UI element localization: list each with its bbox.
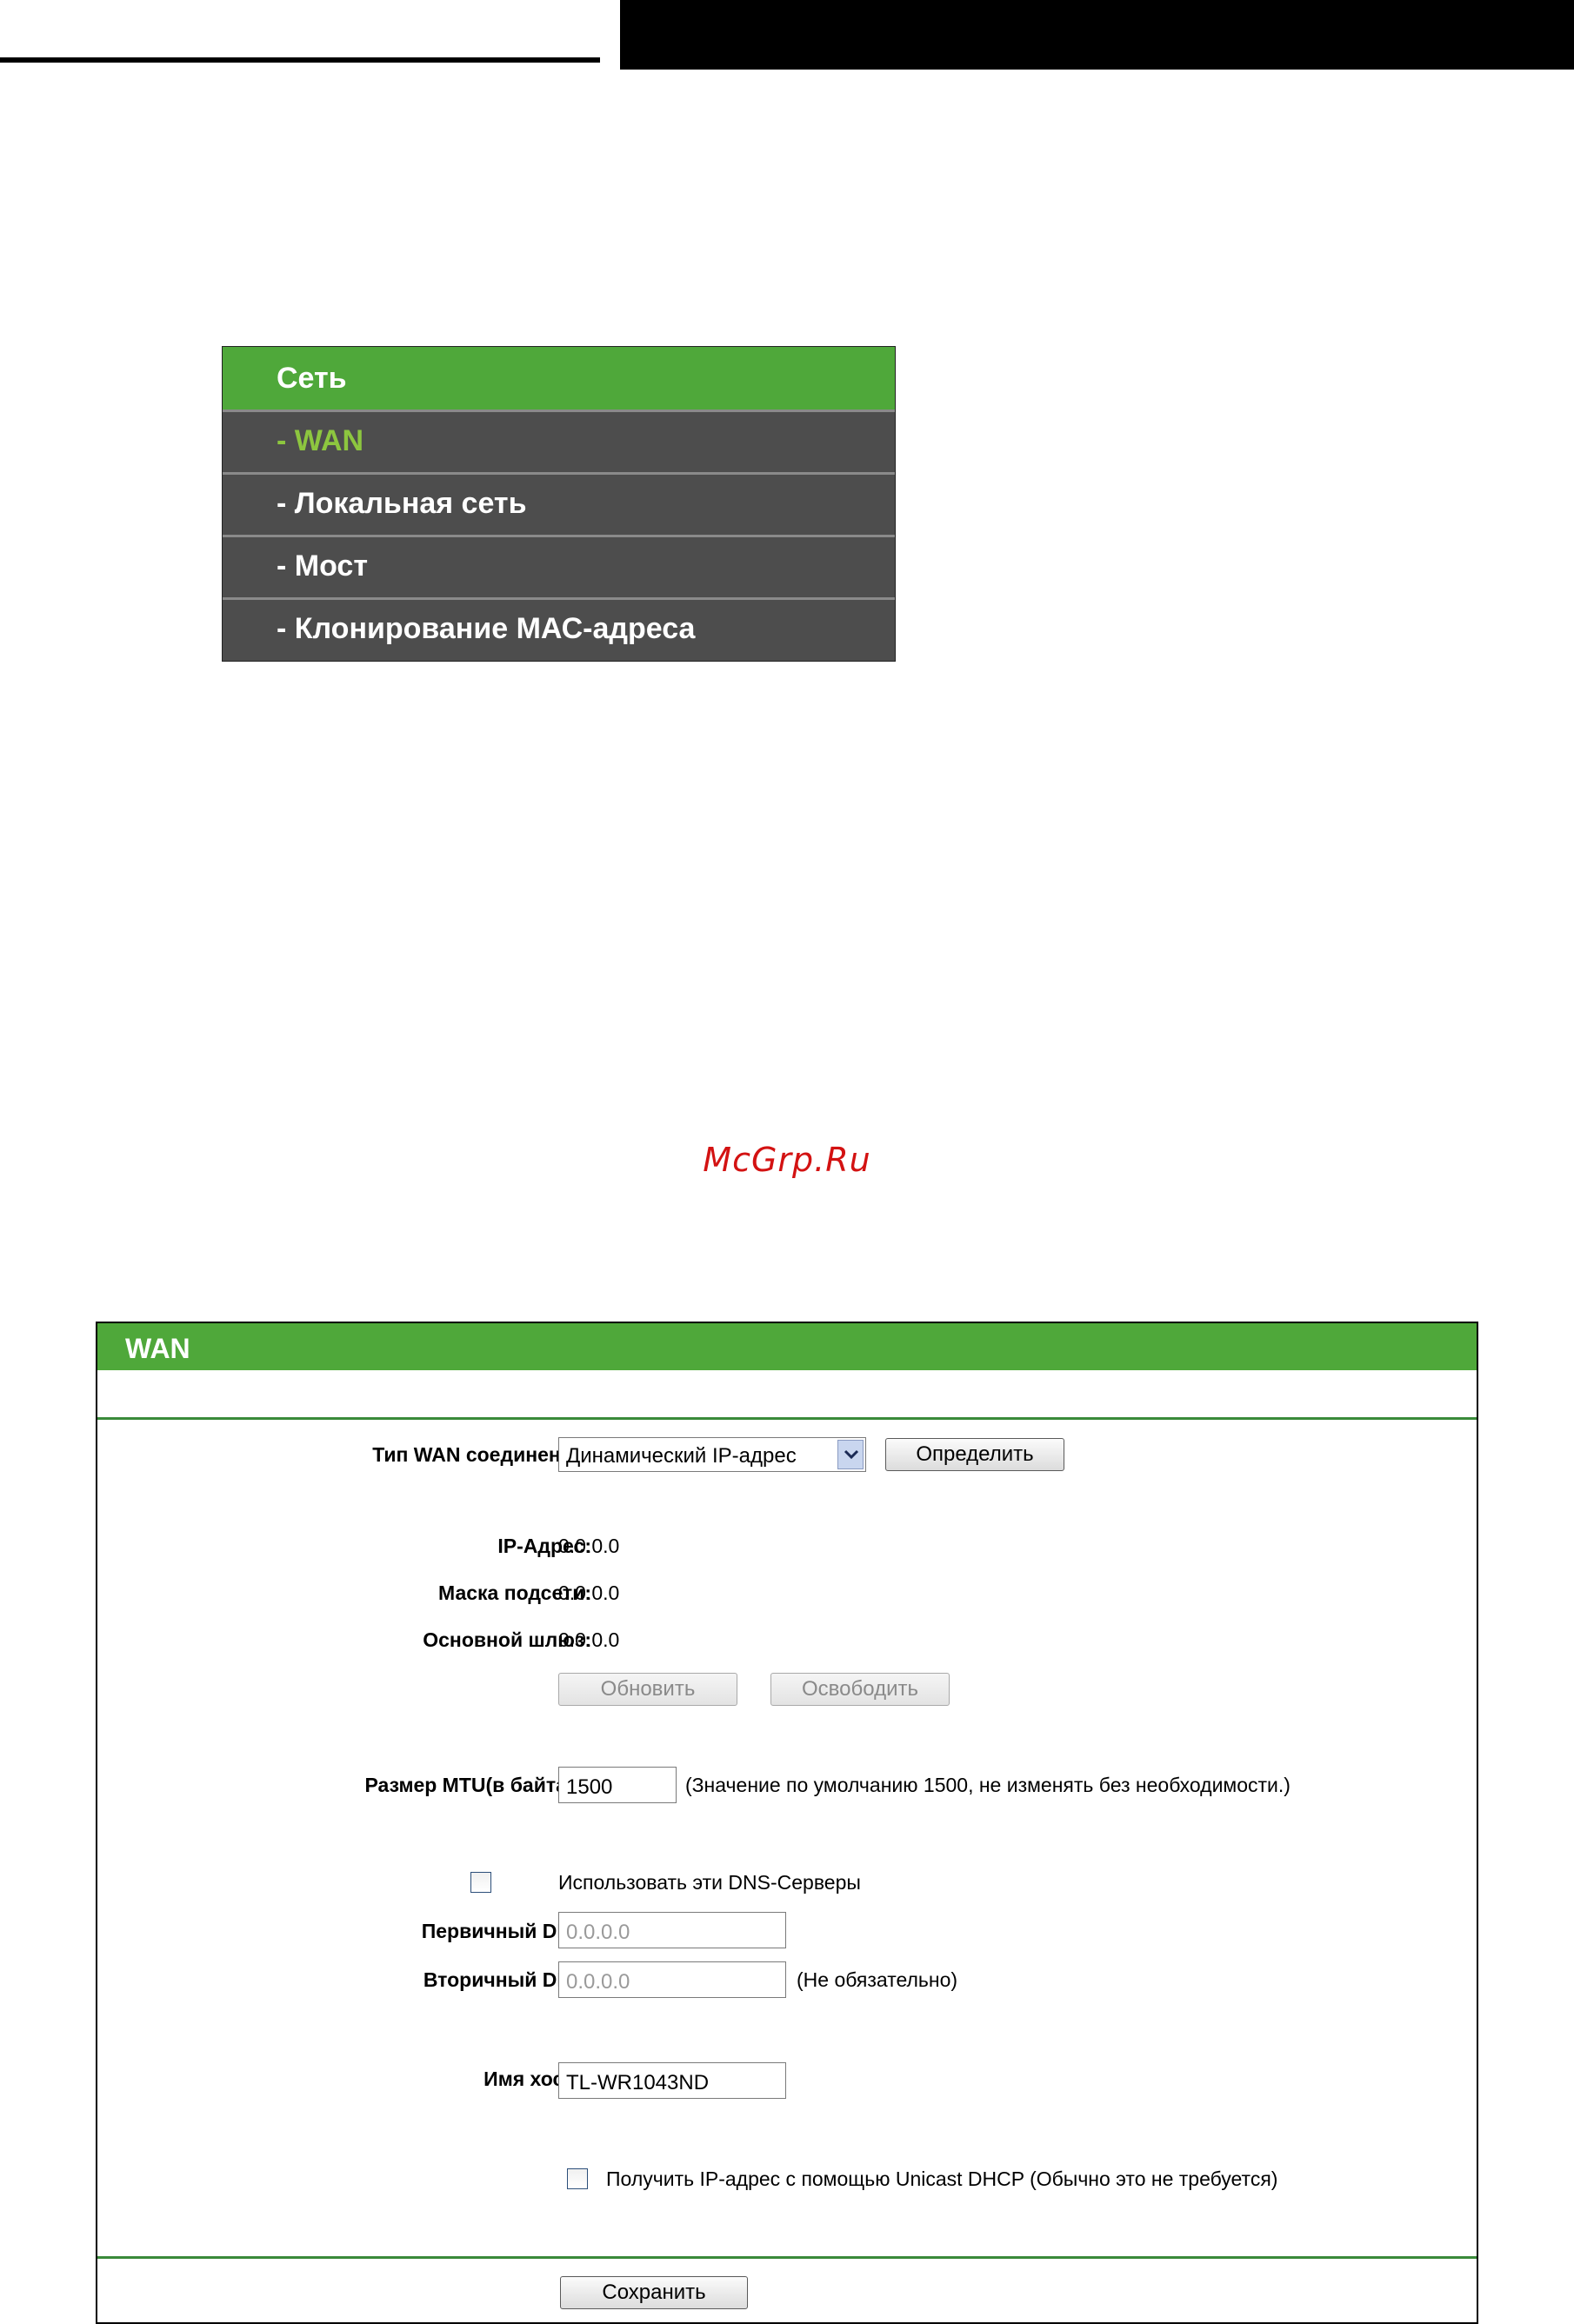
divider-top [97, 1417, 1477, 1420]
release-button[interactable]: Освободить [770, 1673, 950, 1706]
secondary-dns-input[interactable]: 0.0.0.0 [558, 1961, 786, 1998]
menu-item-label: - Клонирование МАС-адреса [277, 612, 696, 645]
divider-bottom [97, 2256, 1477, 2259]
menu-title-label: Сеть [277, 362, 347, 395]
secondary-dns-note: (Не обязательно) [797, 1968, 958, 1991]
menu-item-mac-clone[interactable]: - Клонирование МАС-адреса [223, 597, 895, 657]
renew-button[interactable]: Обновить [558, 1673, 737, 1706]
primary-dns-value: 0.0.0.0 [566, 1921, 630, 1944]
detect-button[interactable]: Определить [885, 1438, 1064, 1471]
primary-dns-input[interactable]: 0.0.0.0 [558, 1912, 786, 1948]
menu-item-wan[interactable]: - WAN [223, 410, 895, 469]
secondary-dns-value: 0.0.0.0 [566, 1970, 630, 1994]
unicast-dhcp-label: Получить IP-адрес с помощью Unicast DHCP… [606, 2168, 1278, 2190]
dropdown-arrow-icon[interactable] [837, 1440, 864, 1469]
use-dns-label: Использовать эти DNS-Серверы [558, 1871, 861, 1894]
menu-item-bridge[interactable]: - Мост [223, 535, 895, 595]
mtu-input[interactable]: 1500 [558, 1767, 677, 1803]
hostname-value: TL-WR1043ND [566, 2071, 710, 2094]
menu-item-label: - WAN [277, 424, 364, 457]
wan-settings-panel: WAN Тип WAN соединения: Динамический IP-… [96, 1322, 1478, 2324]
gateway-value: 0.0.0.0 [558, 1628, 620, 1651]
subnet-mask-value: 0.0.0.0 [558, 1582, 620, 1604]
connection-type-value: Динамический IP-адрес [566, 1444, 797, 1468]
watermark: McGrp.Ru [703, 1141, 871, 1179]
panel-title: WAN [125, 1333, 190, 1364]
hostname-input[interactable]: TL-WR1043ND [558, 2062, 786, 2099]
panel-header: WAN [97, 1323, 1477, 1370]
mtu-input-value: 1500 [566, 1775, 613, 1799]
connection-type-select[interactable]: Динамический IP-адрес [558, 1437, 866, 1472]
save-button[interactable]: Сохранить [560, 2276, 748, 2309]
menu-item-label: - Мост [277, 549, 368, 583]
network-menu: Сеть - WAN - Локальная сеть - Мост - Кло… [222, 346, 896, 662]
mtu-note: (Значение по умолчанию 1500, не изменять… [685, 1774, 1291, 1796]
mtu-label: Размер MTU(в байтах): [364, 1774, 591, 1796]
use-dns-checkbox[interactable] [470, 1872, 491, 1893]
unicast-dhcp-checkbox[interactable] [567, 2168, 588, 2189]
menu-title: Сеть [223, 347, 895, 410]
header-left-bar [0, 0, 600, 63]
ip-address-value: 0.0.0.0 [558, 1535, 620, 1557]
header-right-bar [620, 0, 1574, 70]
menu-item-label: - Локальная сеть [277, 487, 527, 520]
menu-item-lan[interactable]: - Локальная сеть [223, 472, 895, 532]
